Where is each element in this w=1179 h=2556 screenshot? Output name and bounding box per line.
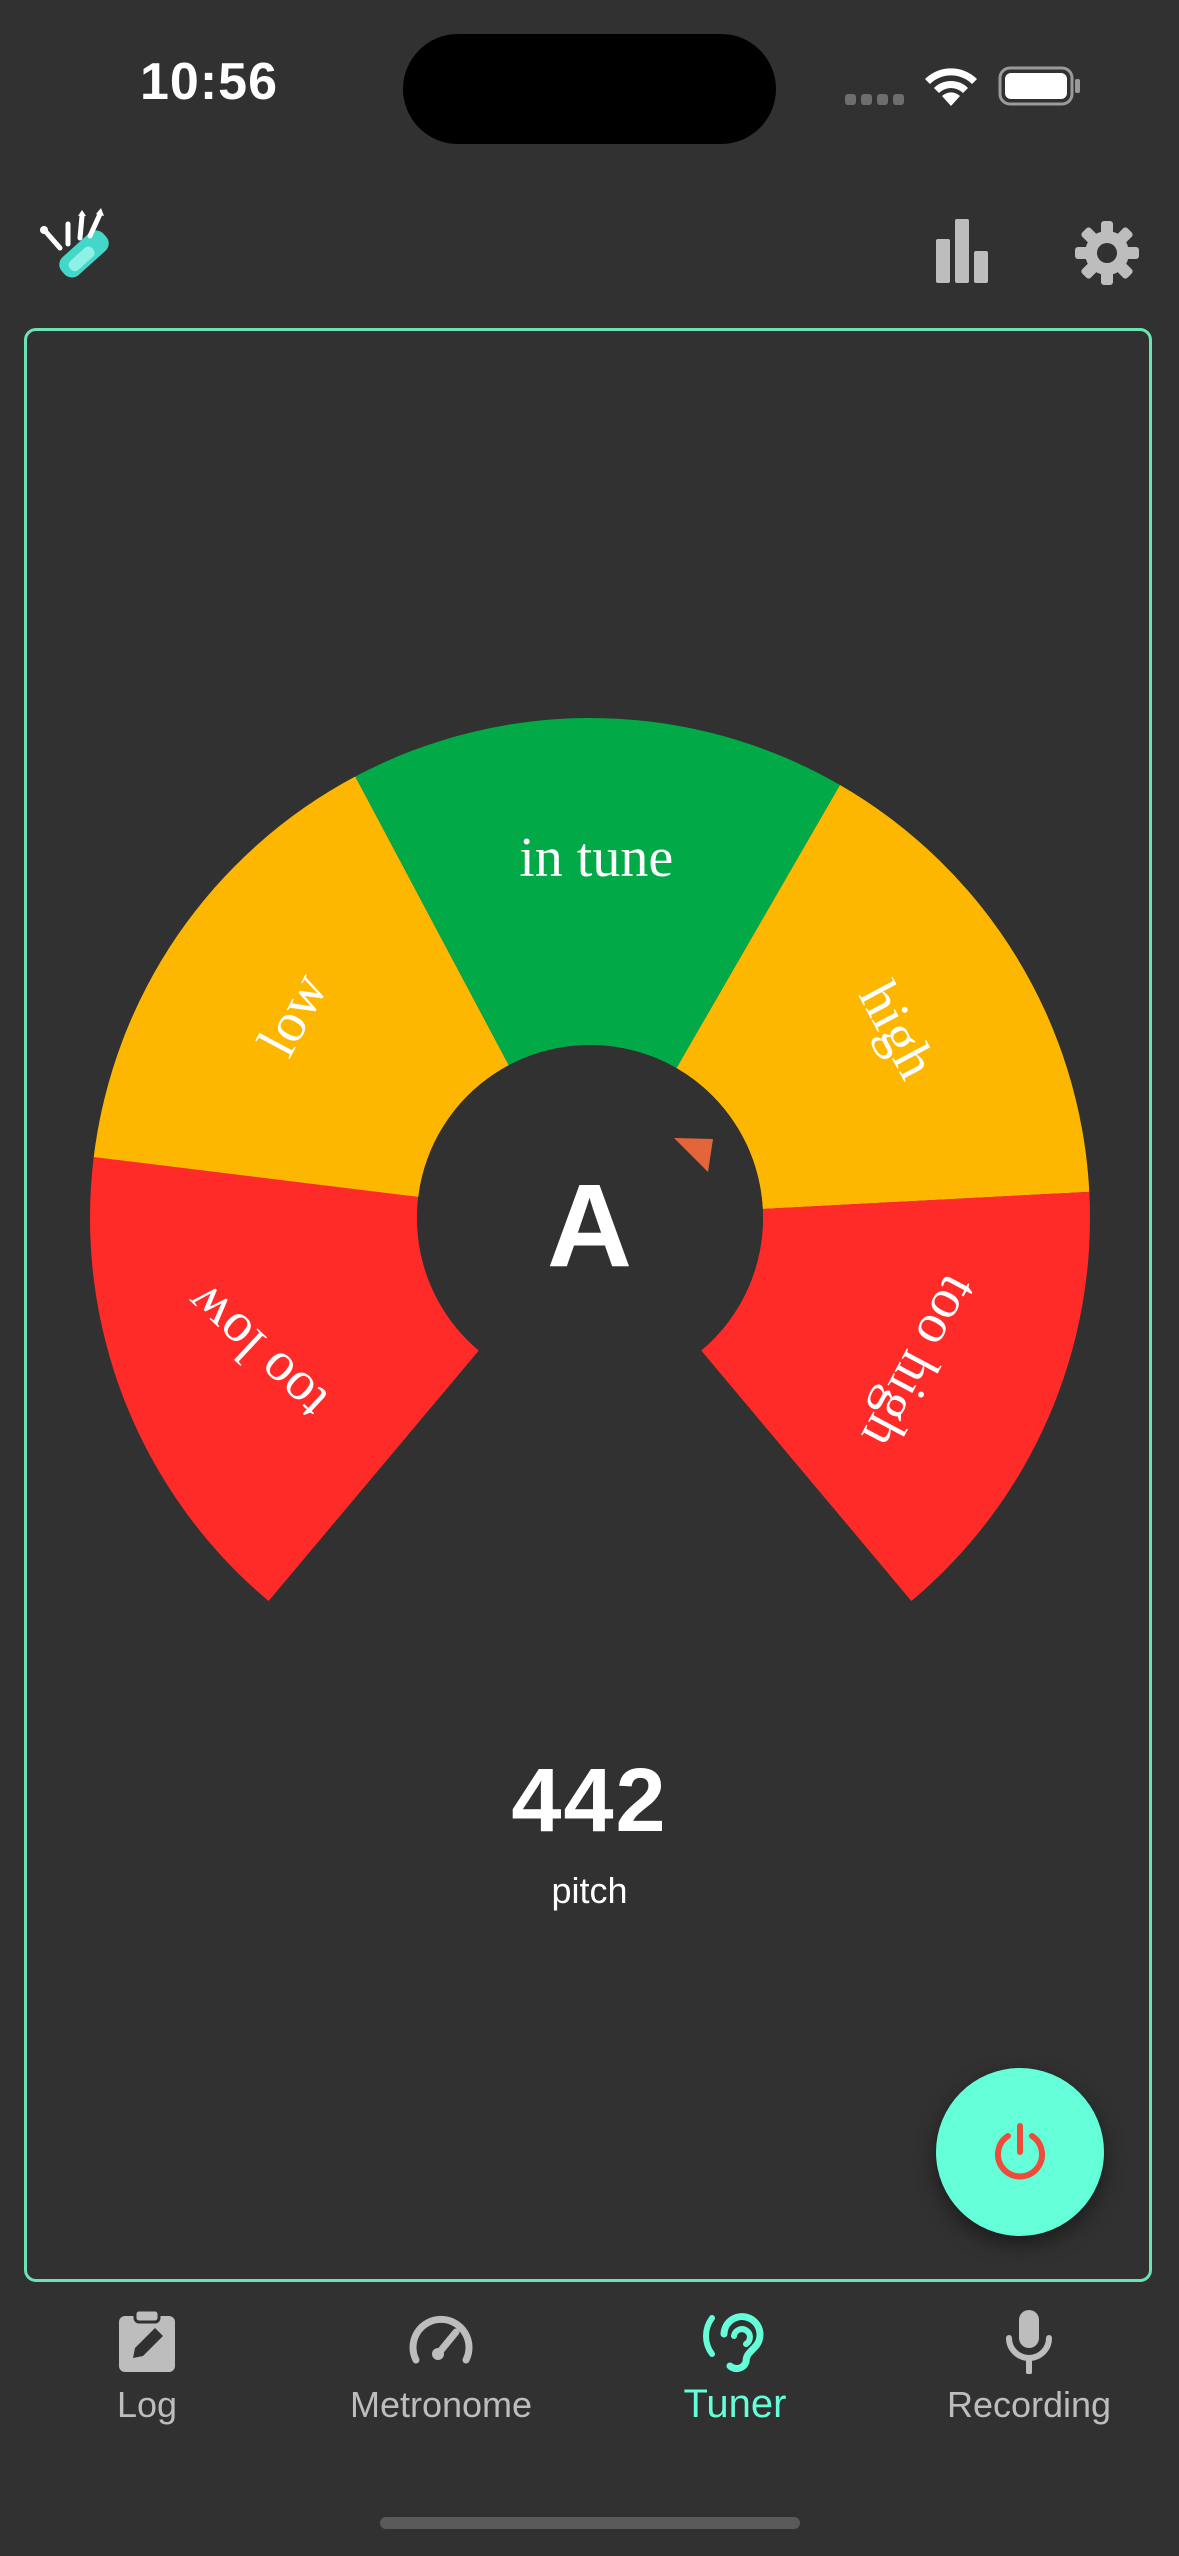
note-label: A [546, 1160, 633, 1292]
speedometer-icon [409, 2315, 473, 2364]
pitch-value: 442 [511, 1751, 668, 1851]
wifi-icon [925, 68, 977, 106]
tab-recording[interactable]: Recording [882, 2308, 1176, 2448]
gear-icon[interactable] [1074, 220, 1140, 286]
cellular-signal-icon [845, 94, 904, 105]
tab-log-label: Log [116, 2384, 178, 2425]
tab-metronome[interactable]: Metronome [294, 2308, 588, 2448]
dynamic-island [403, 34, 776, 144]
power-button[interactable] [936, 2068, 1104, 2236]
status-time: 10:56 [140, 53, 278, 111]
home-indicator [380, 2517, 800, 2529]
multitool-icon[interactable] [38, 208, 122, 292]
tab-tuner-label: Tuner [683, 2382, 787, 2426]
tab-log[interactable]: Log [0, 2308, 294, 2448]
ear-icon [703, 2313, 764, 2372]
tab-metronome-label: Metronome [349, 2384, 533, 2425]
tab-tuner[interactable]: Tuner [588, 2308, 882, 2448]
gauge-label-in-tune: in tune [519, 827, 673, 889]
microphone-icon [1006, 2310, 1052, 2374]
tab-recording-label: Recording [946, 2384, 1112, 2425]
bar-chart-icon[interactable] [930, 215, 994, 285]
pitch-caption: pitch [551, 1870, 628, 1911]
clipboard-edit-icon [119, 2308, 175, 2372]
battery-icon [998, 66, 1080, 106]
power-icon [995, 2123, 1045, 2180]
